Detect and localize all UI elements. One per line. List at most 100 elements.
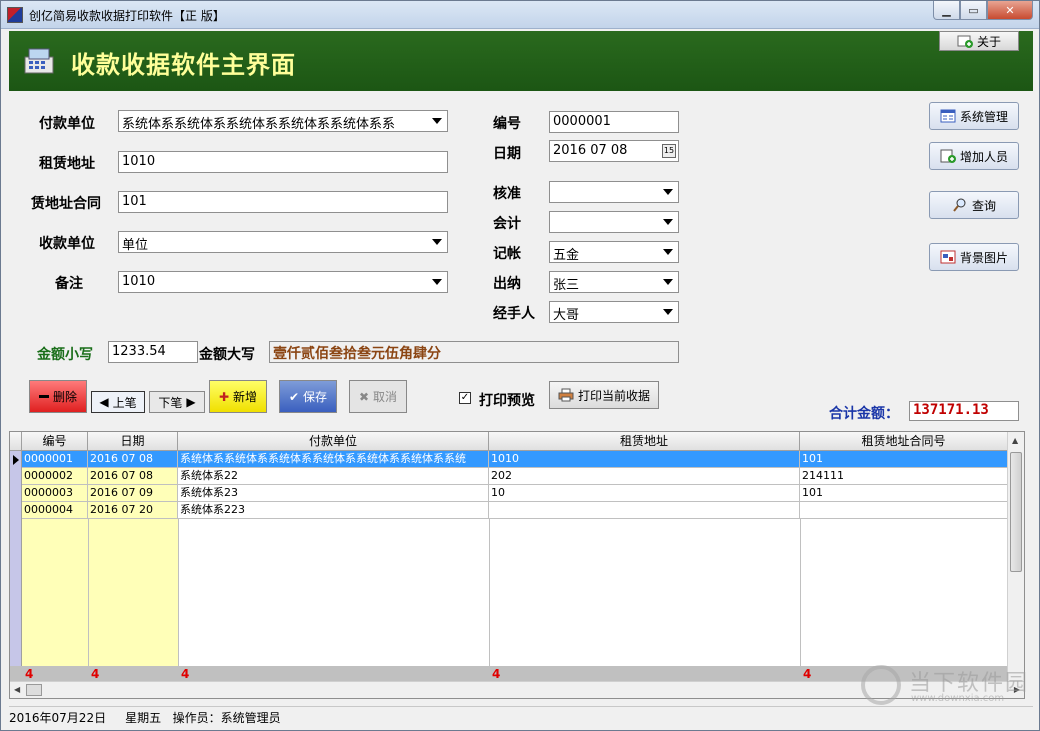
payer-combo[interactable]: 系统体系系统体系系统体系系统体系系统体系系 — [118, 110, 448, 132]
cell-rent-address: 202 — [489, 468, 800, 485]
cell-date: 2016 07 09 — [88, 485, 178, 502]
next-record-button[interactable]: 下笔 ▶ — [149, 391, 205, 413]
print-preview-checkbox[interactable]: ✓ — [459, 392, 471, 404]
remark-combo[interactable]: 1010 — [118, 271, 448, 293]
close-icon: ✕ — [1005, 3, 1015, 17]
status-bar: 2016年07月22日 星期五 操作员：系统管理员 — [9, 706, 1033, 725]
column-header-contract-no[interactable]: 租赁地址合同号 — [800, 432, 1008, 451]
receiver-combo[interactable]: 单位 — [118, 231, 448, 253]
add-person-button[interactable]: 增加人员 — [929, 142, 1019, 170]
background-image-button[interactable]: 背景图片 — [929, 243, 1019, 271]
date-picker[interactable]: 2016 07 08 15 — [549, 140, 679, 162]
page-title: 收款收据软件主界面 — [71, 51, 296, 79]
accountant-combo[interactable] — [549, 211, 679, 233]
minus-icon — [38, 395, 49, 398]
cell-payer: 系统体系23 — [178, 485, 489, 502]
chevron-down-icon[interactable] — [658, 242, 678, 262]
status-weekday: 星期五 — [125, 711, 162, 725]
cell-rent-address — [489, 502, 800, 519]
cancel-button[interactable]: ✖ 取消 — [349, 380, 407, 413]
rent-address-label: 租赁地址 — [39, 156, 95, 172]
handler-label: 经手人 — [493, 306, 535, 322]
rent-address-input[interactable]: 1010 — [118, 151, 448, 173]
chevron-down-icon[interactable] — [658, 182, 678, 202]
chevron-down-icon[interactable] — [427, 111, 447, 131]
save-label: 保存 — [303, 390, 328, 404]
handler-combo[interactable]: 大哥 — [549, 301, 679, 323]
printer-icon — [558, 388, 574, 402]
horizontal-scroll-thumb[interactable] — [26, 684, 42, 696]
footer-count-date: 4 — [91, 667, 100, 681]
number-input[interactable]: 0000001 — [549, 111, 679, 133]
cash-register-icon — [24, 48, 54, 74]
total-amount-label: 合计金额： — [829, 406, 899, 422]
chevron-down-icon[interactable] — [658, 212, 678, 232]
approve-label: 核准 — [493, 186, 521, 202]
contract-label: 赁地址合同 — [31, 196, 101, 212]
print-preview-label: 打印预览 — [479, 393, 535, 409]
remark-label: 备注 — [55, 276, 83, 292]
maximize-button[interactable]: ▭ — [960, 1, 987, 20]
records-table: 编号 日期 付款单位 租赁地址 租赁地址合同号 0000001 2016 07 … — [9, 431, 1025, 699]
column-divider — [489, 519, 490, 666]
receiver-label: 收款单位 — [39, 236, 95, 252]
column-header-date[interactable]: 日期 — [88, 432, 178, 451]
amount-small-input[interactable]: 1233.54 — [108, 341, 198, 363]
chevron-down-icon[interactable] — [658, 302, 678, 322]
chevron-down-icon[interactable] — [427, 272, 447, 292]
add-button[interactable]: ✚ 新增 — [209, 380, 267, 413]
cashier-value: 张三 — [553, 278, 580, 293]
footer-count-contract-no: 4 — [803, 667, 812, 681]
amount-big-label: 金额大写 — [199, 347, 255, 363]
bookkeep-label: 记帐 — [493, 246, 521, 262]
maximize-icon: ▭ — [968, 3, 979, 17]
header-banner: 收款收据软件主界面 关于 — [9, 31, 1033, 91]
window-icon — [940, 109, 956, 123]
about-button-label: 关于 — [976, 34, 1001, 49]
grid-corner — [10, 432, 22, 451]
calendar-icon[interactable]: 15 — [662, 144, 676, 158]
cashier-label: 出纳 — [493, 276, 521, 292]
delete-button[interactable]: 删除 — [29, 380, 87, 413]
plus-icon: ✚ — [218, 389, 230, 404]
approve-combo[interactable] — [549, 181, 679, 203]
column-divider — [178, 519, 179, 666]
number-label: 编号 — [493, 116, 521, 132]
status-operator: 操作员：系统管理员 — [172, 711, 281, 725]
next-label: 下笔 — [158, 395, 183, 410]
query-button[interactable]: 查询 — [929, 191, 1019, 219]
cell-number: 0000002 — [22, 468, 88, 485]
receiver-value: 单位 — [122, 238, 149, 253]
prev-label: 上笔 — [112, 395, 137, 410]
chevron-down-icon[interactable] — [427, 232, 447, 252]
save-button[interactable]: ✔ 保存 — [279, 380, 337, 413]
column-header-rent-address[interactable]: 租赁地址 — [489, 432, 800, 451]
scroll-left-icon[interactable]: ◀ — [14, 685, 20, 694]
app-icon — [7, 7, 23, 23]
vertical-scrollbar[interactable]: ▲ — [1007, 432, 1024, 683]
column-header-payer[interactable]: 付款单位 — [178, 432, 489, 451]
print-current-button[interactable]: 打印当前收据 — [549, 381, 659, 409]
cashier-combo[interactable]: 张三 — [549, 271, 679, 293]
system-manage-button[interactable]: 系统管理 — [929, 102, 1019, 130]
cell-number: 0000004 — [22, 502, 88, 519]
column-header-number[interactable]: 编号 — [22, 432, 88, 451]
footer-count-rent-address: 4 — [492, 667, 501, 681]
cancel-label: 取消 — [373, 390, 398, 404]
accountant-label: 会计 — [493, 216, 521, 232]
cell-date: 2016 07 08 — [88, 468, 178, 485]
scroll-up-icon[interactable]: ▲ — [1012, 436, 1018, 445]
chevron-down-icon[interactable] — [658, 272, 678, 292]
minimize-button[interactable]: ▁ — [933, 1, 960, 20]
about-button[interactable]: 关于 — [939, 31, 1019, 51]
date-label: 日期 — [493, 146, 521, 162]
next-arrow-icon: ▶ — [186, 395, 196, 409]
bookkeep-combo[interactable]: 五金 — [549, 241, 679, 263]
prev-record-button[interactable]: ◀ 上笔 — [91, 391, 145, 413]
close-button[interactable]: ✕ — [987, 1, 1033, 20]
cell-number: 0000003 — [22, 485, 88, 502]
contract-input[interactable]: 101 — [118, 191, 448, 213]
minimize-icon: ▁ — [942, 3, 951, 17]
footer-count-payer: 4 — [181, 667, 190, 681]
vertical-scroll-thumb[interactable] — [1010, 452, 1022, 572]
